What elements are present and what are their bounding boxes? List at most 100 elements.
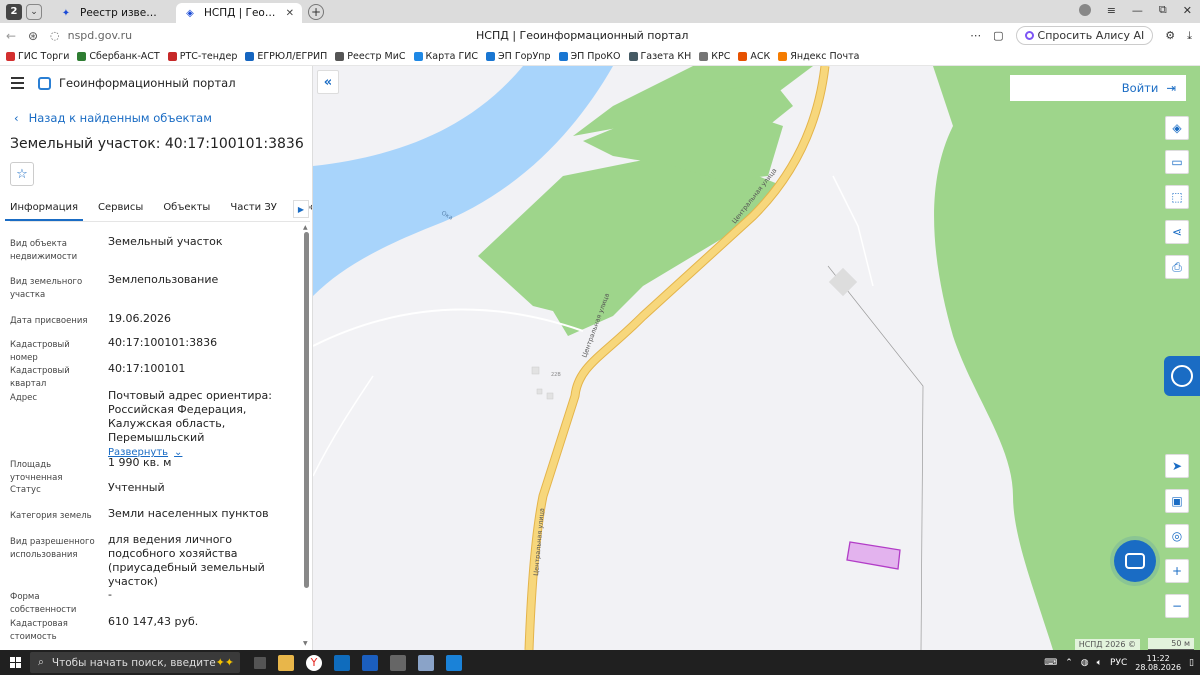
close-window-icon[interactable]: ✕ (1183, 4, 1192, 17)
bookmark-item[interactable]: АСК (738, 51, 770, 62)
globe-icon[interactable]: ◍ (1081, 658, 1089, 668)
bookmark-item[interactable]: ЭП ПроКО (558, 51, 621, 62)
file-explorer-icon[interactable] (278, 654, 294, 671)
bookmark-icon[interactable]: ▢ (993, 29, 1003, 42)
property-value: 19.06.2026 (108, 312, 171, 325)
tab-count-badge[interactable]: 2 (6, 3, 22, 20)
bookmark-item[interactable]: ГИС Торги (6, 51, 69, 62)
bookmark-label: ЭП ГорУпр (498, 51, 551, 62)
bookmark-item[interactable]: Газета КН (628, 51, 691, 62)
property-key: Вид объекта недвижимости (10, 239, 78, 262)
browser-tab-registry[interactable]: ✦ Реестр извещений (52, 3, 172, 23)
bookmark-item[interactable]: РТС-тендер (167, 51, 237, 62)
ask-alice-button[interactable]: Спросить Алису AI (1015, 26, 1154, 45)
property-key: Адрес (10, 393, 37, 403)
portal-name: Геоинформационный портал (59, 76, 236, 90)
notifications-icon[interactable]: ▯ (1189, 658, 1194, 668)
tab-information[interactable]: Информация (5, 198, 84, 221)
select-area-icon[interactable]: ⬚ (1165, 185, 1189, 209)
panel-scrollbar[interactable] (304, 232, 309, 650)
volume-icon[interactable]: 🔈︎ (1097, 658, 1102, 668)
bookmark-favicon-icon (77, 52, 87, 61)
word-icon[interactable] (362, 654, 378, 671)
app-icon[interactable] (418, 654, 434, 671)
calculator-icon[interactable] (390, 654, 406, 671)
tab-menu-chevron-icon[interactable]: ⌄ (26, 3, 42, 20)
hamburger-menu-icon[interactable] (11, 77, 24, 89)
property-value: 610 147,43 руб. (108, 615, 199, 628)
windows-logo-icon (9, 657, 21, 668)
map-canvas[interactable]: Ока Центральная улица Центральная улица … (313, 66, 1200, 650)
url-field[interactable]: ◌ nspd.gov.ru (50, 29, 132, 42)
building (546, 392, 554, 400)
bookmark-label: ГИС Торги (18, 51, 70, 62)
zoom-out-icon[interactable]: − (1165, 594, 1189, 618)
property-value: Землепользование (108, 273, 219, 286)
outlook-icon[interactable] (334, 654, 350, 671)
favorite-star-button[interactable]: ☆ (10, 162, 34, 186)
bookmark-item[interactable]: КРС (699, 51, 730, 62)
chat-bubble-icon (1125, 553, 1145, 569)
scroll-up-arrow-icon[interactable]: ▲ (303, 224, 309, 231)
more-dots-icon[interactable]: ⋯ (970, 29, 981, 42)
new-tab-plus-icon[interactable]: + (308, 3, 324, 20)
bookmark-item[interactable]: ЕГРЮЛ/ЕГРИП (245, 51, 327, 62)
tab-objects[interactable]: Объекты (163, 198, 210, 221)
login-button[interactable]: Войти ⇥ (1010, 75, 1186, 101)
bookmark-item[interactable]: Сбербанк-АСТ (77, 51, 160, 62)
chevron-up-icon[interactable]: ⌃ (1065, 658, 1073, 668)
language-indicator[interactable]: РУС (1110, 658, 1127, 668)
property-value-block: Почтовый адрес ориентира: Российская Фед… (108, 389, 298, 460)
extensions-puzzle-icon[interactable]: ⚙ (1165, 29, 1175, 42)
bookmark-favicon-icon (699, 52, 709, 61)
basemap-icon[interactable]: ▣ (1165, 489, 1189, 513)
close-tab-icon[interactable]: ✕ (286, 8, 294, 19)
keyboard-icon[interactable]: ⌨ (1044, 658, 1057, 668)
chat-support-button[interactable] (1114, 540, 1156, 582)
bookmark-item[interactable]: Реестр МиС (335, 51, 406, 62)
yandex-browser-icon[interactable]: Y (306, 654, 322, 671)
site-settings-icon[interactable]: ⊛ (22, 29, 44, 43)
tab-services[interactable]: Сервисы (98, 198, 143, 221)
window-controls: ≡ — ⧉ ✕ (1078, 3, 1192, 17)
print-icon[interactable]: ⎙ (1165, 255, 1189, 279)
task-view-icon[interactable] (254, 656, 266, 669)
start-button[interactable] (0, 657, 30, 668)
clock[interactable]: 11:22 28.08.2026 (1135, 654, 1181, 672)
bookmark-item[interactable]: ЭП ГорУпр (486, 51, 551, 62)
layers-icon[interactable]: ◈ (1165, 116, 1189, 140)
zoom-in-icon[interactable]: + (1165, 559, 1189, 583)
back-arrow-icon[interactable]: ← (0, 29, 22, 43)
bookmark-item[interactable]: Карта ГИС (413, 51, 478, 62)
sparkles-icon: ✦✦ (215, 656, 234, 669)
browser-tab-nspd[interactable]: ◈ НСПД | Геоинформацио ✕ (176, 3, 302, 23)
page-title: НСПД | Геоинформационный портал (476, 29, 689, 42)
tabs-scroll-right-icon[interactable]: ▶ (293, 200, 309, 218)
bookmark-label: Реестр МиС (347, 51, 406, 62)
point-search-icon[interactable]: ◎ (1165, 524, 1189, 548)
bookmark-label: ЭП ПроКО (570, 51, 621, 62)
back-to-results-link[interactable]: ‹ Назад к найденным объектам (14, 111, 212, 125)
scrollbar-thumb[interactable] (304, 232, 309, 588)
remote-app-icon[interactable] (446, 654, 462, 671)
collapse-panel-icon[interactable]: « (317, 70, 339, 94)
scroll-down-arrow-icon[interactable]: ▼ (303, 640, 309, 647)
side-panel-tab-icon[interactable] (1164, 356, 1200, 396)
ruler-icon[interactable]: ▭ (1165, 150, 1189, 174)
share-icon[interactable]: ⋖ (1165, 220, 1189, 244)
map-view[interactable]: Ока Центральная улица Центральная улица … (313, 66, 1200, 650)
portal-logo[interactable]: Геоинформационный портал (38, 76, 236, 90)
tab-parts[interactable]: Части ЗУ (230, 198, 277, 221)
minimize-icon[interactable]: — (1132, 4, 1143, 17)
bookmark-item[interactable]: Яндекс Почта (778, 51, 859, 62)
object-tabs: Информация Сервисы Объекты Части ЗУ Сост… (5, 198, 312, 222)
profile-avatar[interactable] (1078, 4, 1091, 16)
property-value: 1 990 кв. м (108, 456, 172, 469)
taskbar-search[interactable]: ⌕ Чтобы начать поиск, введите ✦✦ (30, 652, 240, 673)
menu-icon[interactable]: ≡ (1107, 4, 1116, 17)
downloads-icon[interactable]: ⤓ (1187, 29, 1192, 43)
bookmark-favicon-icon (486, 52, 496, 61)
bookmark-favicon-icon (628, 52, 638, 61)
geolocation-arrow-icon[interactable]: ➤ (1165, 454, 1189, 478)
restore-icon[interactable]: ⧉ (1159, 3, 1167, 17)
